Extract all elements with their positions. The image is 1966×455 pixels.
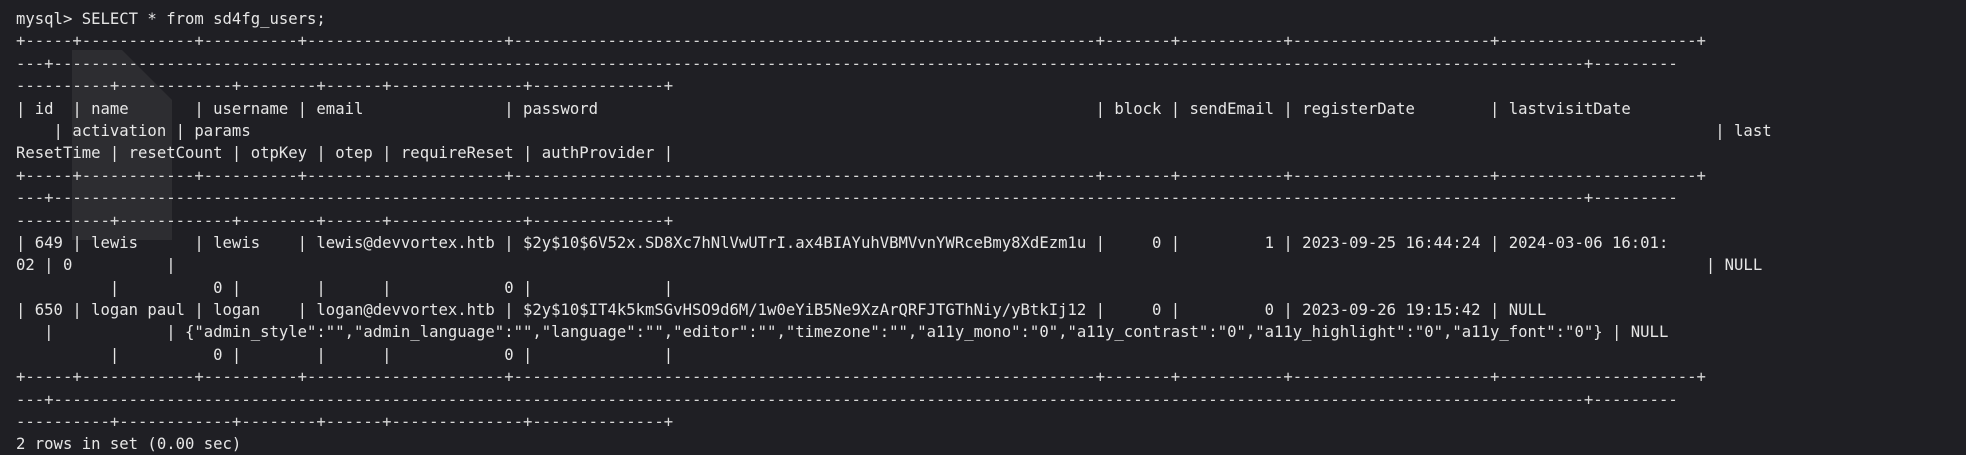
- command-prompt-line: mysql> SELECT * from sd4fg_users;: [16, 10, 326, 28]
- table-row-649-line-1: | 649 | lewis | lewis | lewis@devvortex.…: [16, 233, 1669, 252]
- table-border-bottom-1: +-----+------------+----------+---------…: [16, 368, 1706, 387]
- table-row-650-line-3: | 0 | | | 0 | |: [16, 345, 674, 364]
- table-border-top-1: +-----+------------+----------+---------…: [16, 32, 1706, 51]
- terminal-window[interactable]: mysql> SELECT * from sd4fg_users; +-----…: [0, 0, 1966, 455]
- table-header-line-2: | activation | params | last: [16, 121, 1772, 140]
- table-border-bottom-2: ---+------------------------------------…: [16, 390, 1678, 409]
- table-border-bottom-3: ----------+------------+--------+------+…: [16, 413, 674, 432]
- table-border-top-3: ----------+------------+--------+------+…: [16, 77, 674, 96]
- result-summary: 2 rows in set (0.00 sec): [16, 435, 242, 454]
- table-header-line-1: | id | name | username | email | passwor…: [16, 99, 1631, 118]
- table-row-649-line-3: | 0 | | | 0 | |: [16, 278, 674, 297]
- table-border-top-2: ---+------------------------------------…: [16, 54, 1678, 73]
- table-border-mid-1: +-----+------------+----------+---------…: [16, 166, 1706, 185]
- table-border-mid-2: ---+------------------------------------…: [16, 189, 1678, 208]
- table-border-mid-3: ----------+------------+--------+------+…: [16, 211, 674, 230]
- table-row-650-line-1: | 650 | logan paul | logan | logan@devvo…: [16, 301, 1547, 320]
- table-header-line-3: ResetTime | resetCount | otpKey | otep |…: [16, 144, 674, 163]
- table-row-649-line-2: 02 | 0 | | NULL: [16, 256, 1763, 275]
- table-row-650-line-2: | | {"admin_style":"","admin_language":"…: [16, 323, 1669, 342]
